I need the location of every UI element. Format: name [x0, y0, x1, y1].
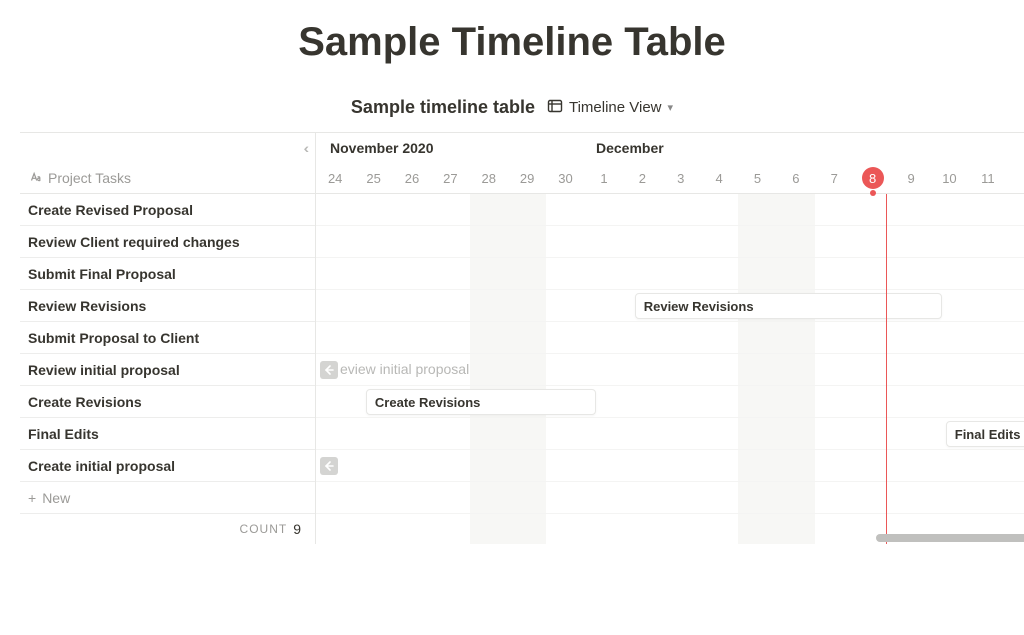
- timeline-row[interactable]: [316, 226, 1024, 258]
- page-title: Sample Timeline Table: [0, 20, 1024, 65]
- offscreen-left-icon[interactable]: [320, 361, 338, 379]
- day-cell[interactable]: 5: [738, 163, 776, 193]
- timeline-bar[interactable]: Create Revisions: [366, 389, 596, 415]
- horizontal-scrollbar[interactable]: [876, 534, 1024, 542]
- day-cell[interactable]: 4: [700, 163, 738, 193]
- task-row[interactable]: Submit Final Proposal: [20, 258, 315, 290]
- day-cell[interactable]: 30: [546, 163, 584, 193]
- timeline-rows: Review Revisions eview initial proposal Cr…: [316, 194, 1024, 544]
- timeline-icon: [547, 98, 563, 118]
- day-cell[interactable]: 9: [892, 163, 930, 193]
- today-badge: 8: [862, 167, 884, 189]
- task-row[interactable]: Review initial proposal: [20, 354, 315, 386]
- timeline-row[interactable]: [316, 194, 1024, 226]
- month-label: December: [596, 140, 664, 156]
- count-value: 9: [293, 521, 301, 537]
- day-cell[interactable]: 11: [969, 163, 1007, 193]
- day-cell[interactable]: 26: [393, 163, 431, 193]
- timeline-row[interactable]: [316, 258, 1024, 290]
- timeline-bar[interactable]: Review Revisions: [635, 293, 942, 319]
- timeline-row[interactable]: [316, 450, 1024, 482]
- column-header-label: Project Tasks: [48, 170, 131, 186]
- offscreen-label: eview initial proposal: [340, 361, 469, 377]
- plus-icon: +: [28, 490, 36, 506]
- day-cell[interactable]: 7: [815, 163, 853, 193]
- view-label: Timeline View: [569, 99, 662, 116]
- day-header-row: 242526272829301234567891011: [316, 163, 1024, 194]
- day-cell[interactable]: 10: [930, 163, 968, 193]
- count-row: COUNT 9: [20, 514, 315, 544]
- chevron-down-icon: ▾: [668, 101, 674, 114]
- timeline-row[interactable]: eview initial proposal: [316, 354, 1024, 386]
- day-cell[interactable]: 28: [470, 163, 508, 193]
- timeline-row-empty: [316, 482, 1024, 514]
- day-cell[interactable]: 27: [431, 163, 469, 193]
- text-property-icon: [28, 170, 42, 187]
- task-list-column: ‹‹ Project Tasks Create Revised Proposal…: [20, 133, 316, 544]
- day-cell[interactable]: 6: [777, 163, 815, 193]
- day-cell[interactable]: 24: [316, 163, 354, 193]
- day-cell[interactable]: 1: [585, 163, 623, 193]
- task-row[interactable]: Review Revisions: [20, 290, 315, 322]
- today-line: [886, 194, 887, 544]
- new-row-button[interactable]: + New: [20, 482, 315, 514]
- day-cell[interactable]: 29: [508, 163, 546, 193]
- task-row[interactable]: Create Revisions: [20, 386, 315, 418]
- month-header-row: November 2020 December: [316, 133, 1024, 163]
- timeline-bar[interactable]: Final Edits: [946, 421, 1024, 447]
- collapse-sidebar-icon[interactable]: ‹‹: [304, 140, 305, 156]
- day-cell[interactable]: 8: [853, 163, 891, 193]
- month-label: November 2020: [330, 140, 434, 156]
- task-row[interactable]: Create Revised Proposal: [20, 194, 315, 226]
- task-row[interactable]: Create initial proposal: [20, 450, 315, 482]
- count-label: COUNT: [240, 522, 288, 536]
- task-row[interactable]: Submit Proposal to Client: [20, 322, 315, 354]
- timeline-row[interactable]: Final Edits: [316, 418, 1024, 450]
- sub-header: Sample timeline table Timeline View ▾: [0, 97, 1024, 118]
- new-label: New: [42, 490, 70, 506]
- database-title[interactable]: Sample timeline table: [351, 97, 535, 118]
- timeline-grid[interactable]: November 2020 December 242526272829301234…: [316, 133, 1024, 544]
- day-cell[interactable]: 25: [354, 163, 392, 193]
- timeline-row[interactable]: [316, 322, 1024, 354]
- offscreen-left-icon[interactable]: [320, 457, 338, 475]
- timeline-row[interactable]: Create Revisions: [316, 386, 1024, 418]
- timeline-row[interactable]: Review Revisions: [316, 290, 1024, 322]
- column-header[interactable]: Project Tasks: [20, 163, 315, 194]
- view-switcher[interactable]: Timeline View ▾: [547, 98, 673, 118]
- timeline-wrapper: ‹‹ Project Tasks Create Revised Proposal…: [20, 132, 1024, 544]
- day-cell[interactable]: 2: [623, 163, 661, 193]
- day-cell[interactable]: 3: [662, 163, 700, 193]
- task-row[interactable]: Final Edits: [20, 418, 315, 450]
- task-row[interactable]: Review Client required changes: [20, 226, 315, 258]
